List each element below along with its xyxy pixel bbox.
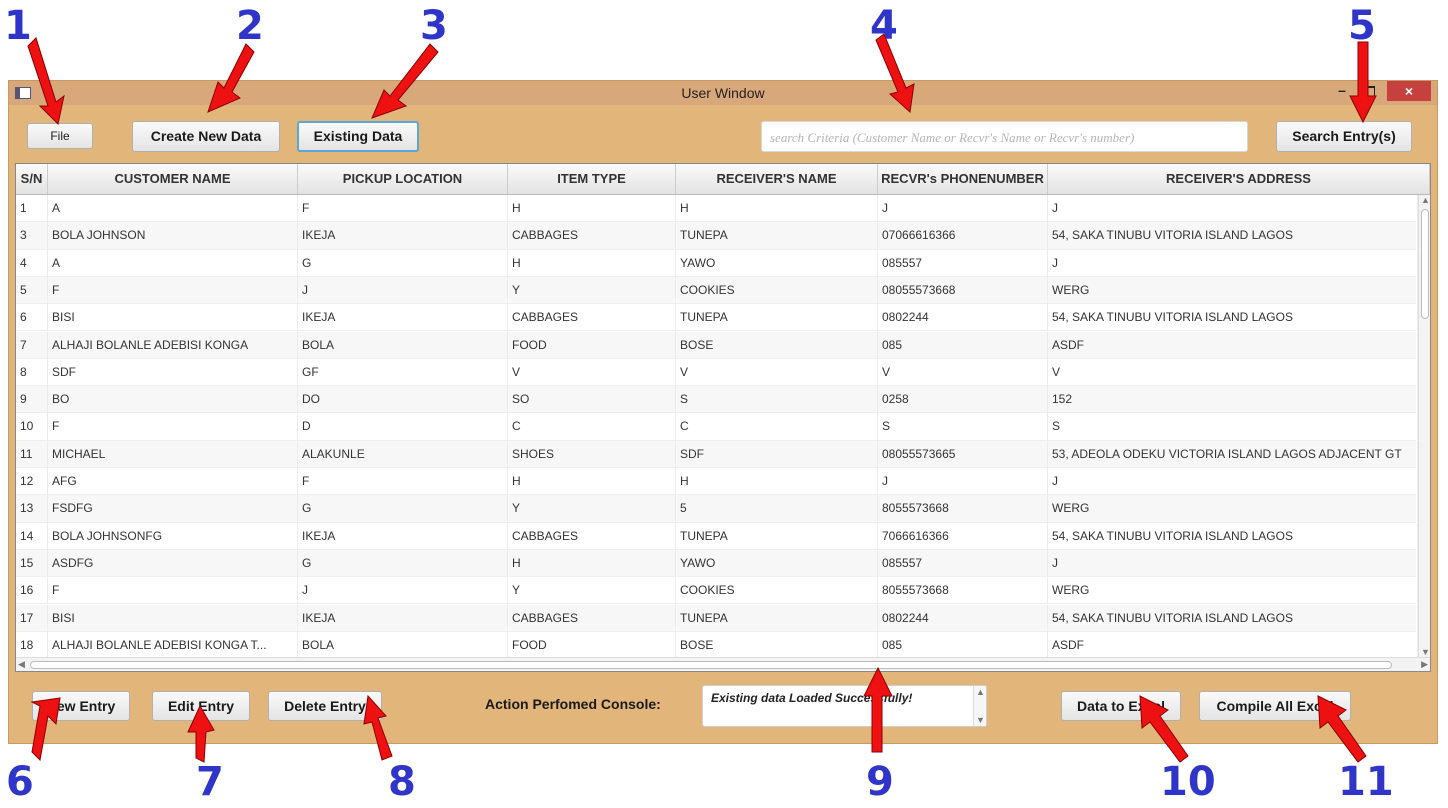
annotation-arrow-7 xyxy=(187,704,215,763)
annotation-arrow-10 xyxy=(1139,695,1189,763)
annotation-arrow-8 xyxy=(363,694,393,761)
annotation-arrow-1 xyxy=(27,37,65,126)
annotation-arrow-9 xyxy=(863,666,893,753)
annotation-arrow-3 xyxy=(371,43,439,119)
annotation-arrows xyxy=(27,33,1377,763)
annotation-arrow-5 xyxy=(1349,41,1377,124)
annotation-arrow-6 xyxy=(30,697,61,762)
annotation-arrow-4 xyxy=(875,33,915,113)
annotation-arrow-2 xyxy=(207,43,255,113)
annotation-arrow-11 xyxy=(1317,695,1367,763)
